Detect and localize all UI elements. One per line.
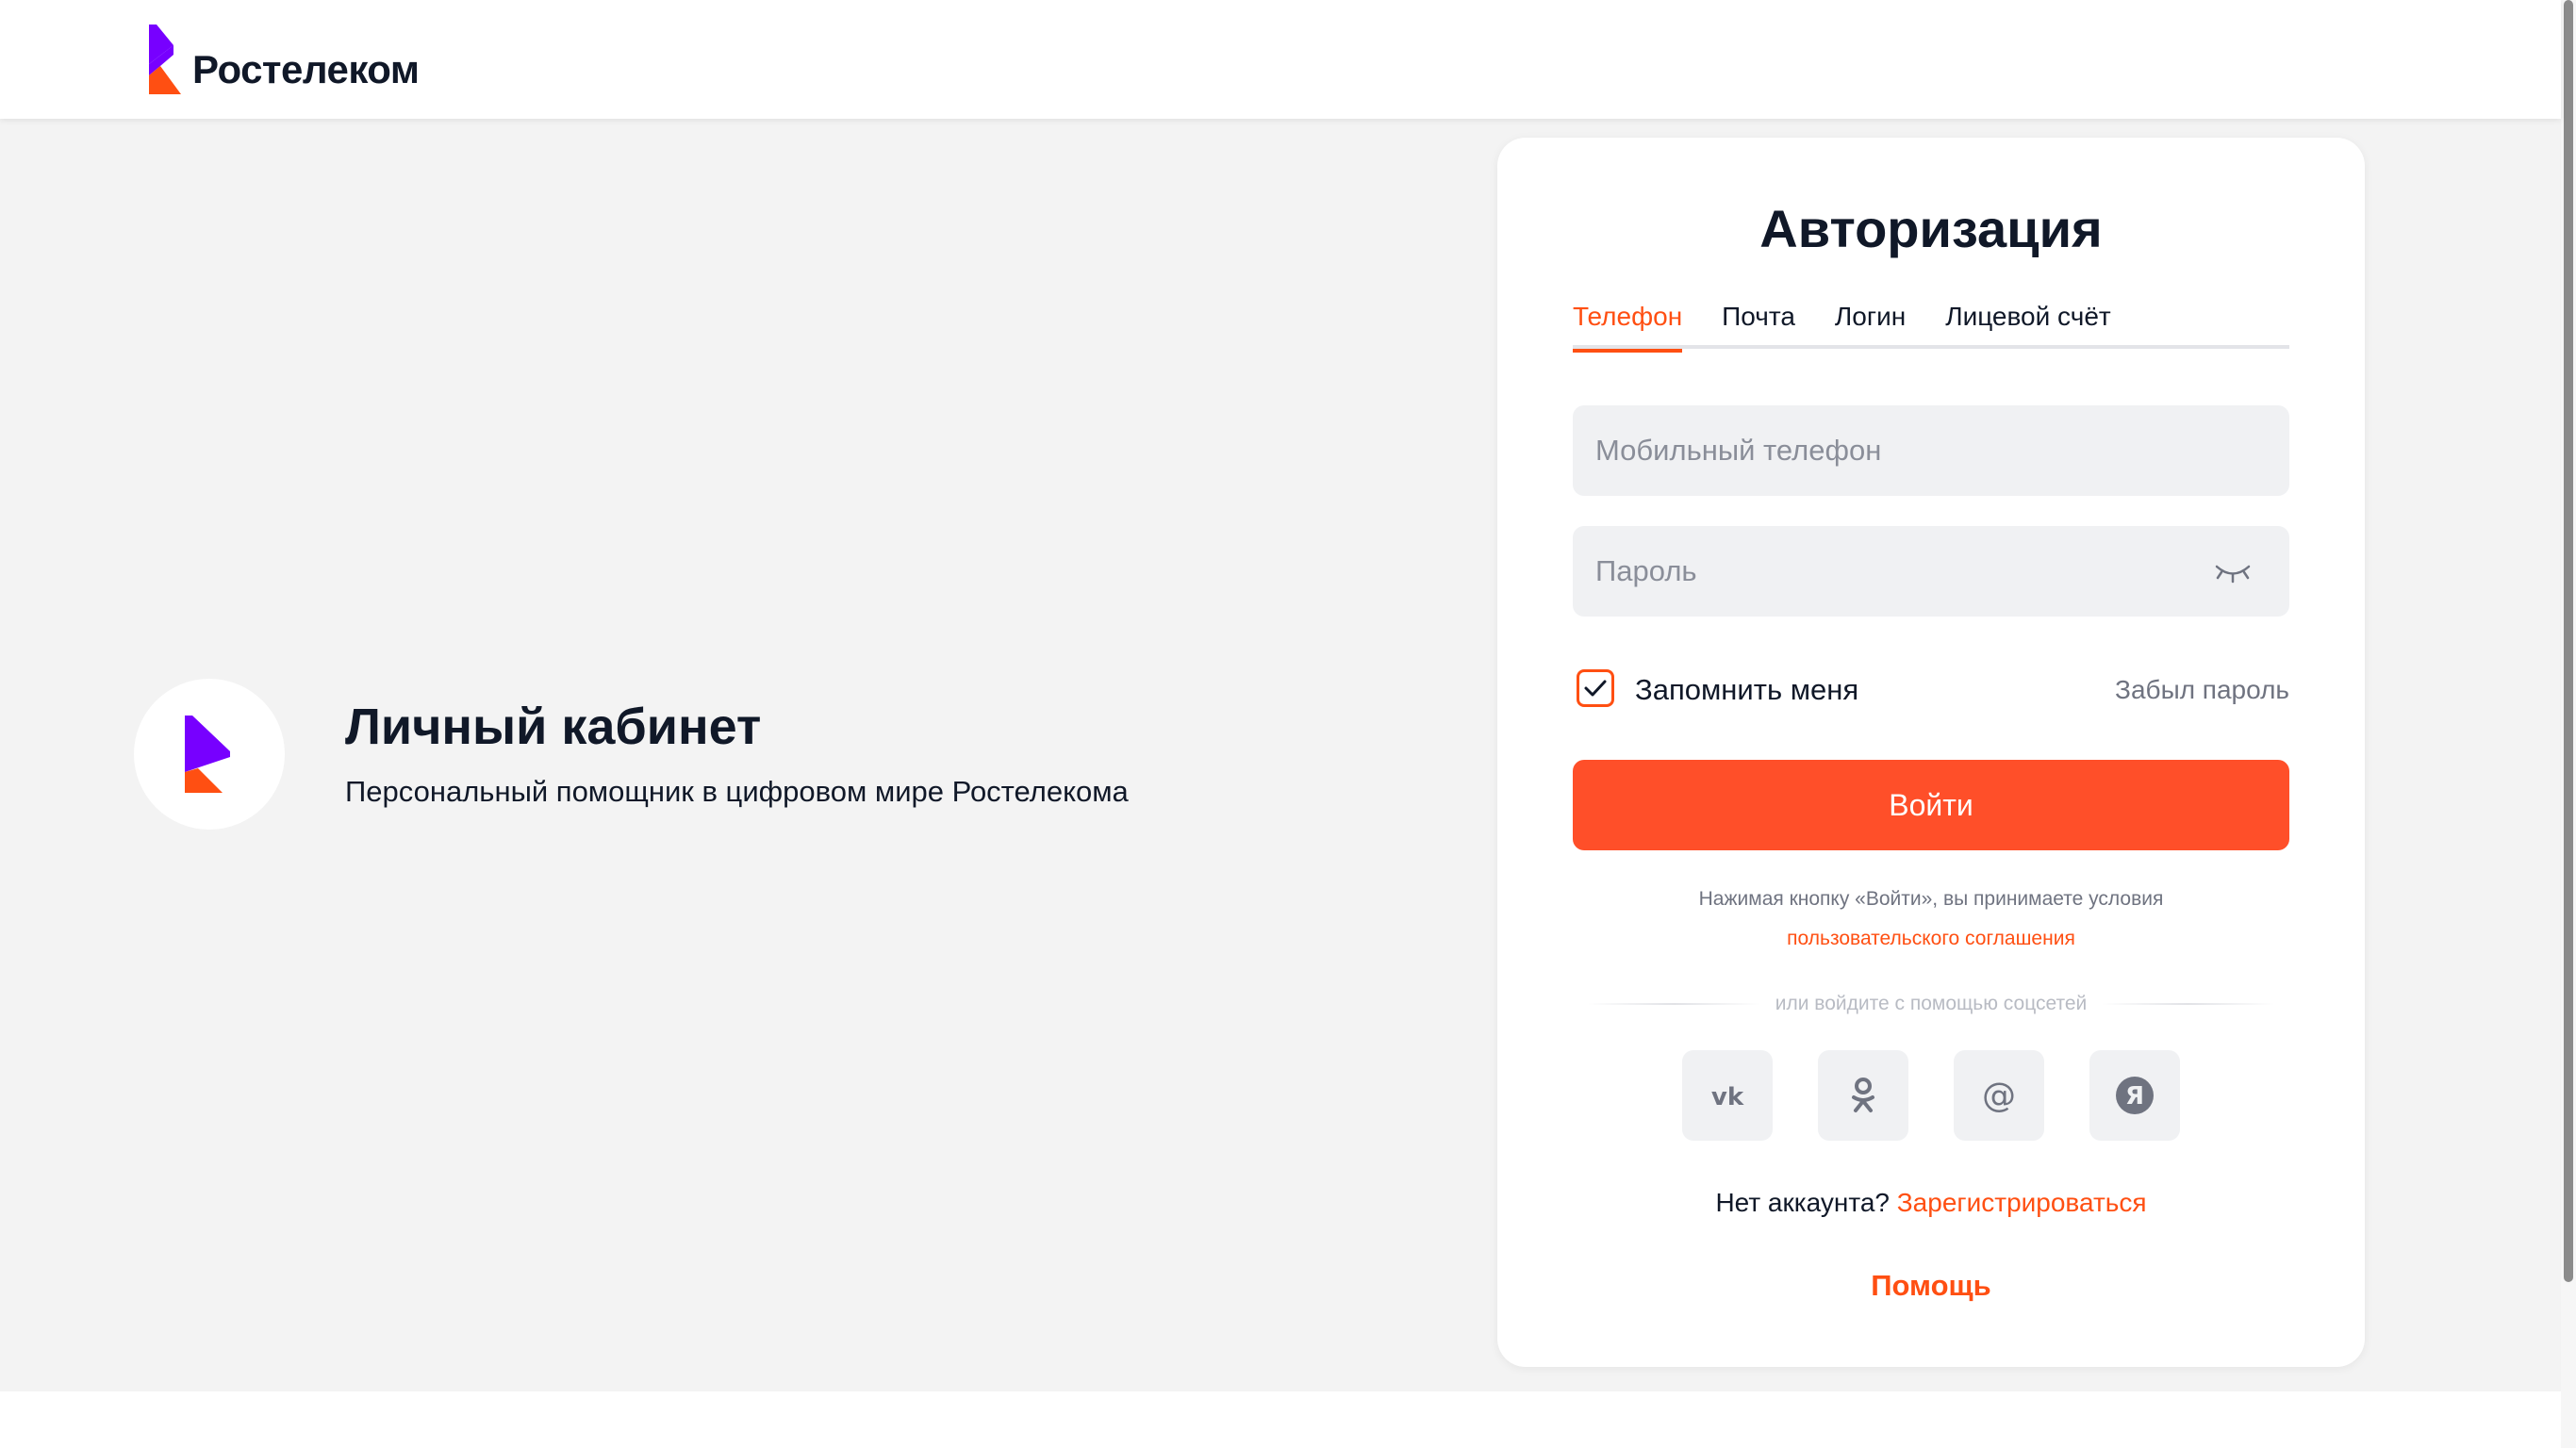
svg-text:vk: vk — [1711, 1083, 1744, 1111]
login-button[interactable]: Войти — [1573, 760, 2289, 850]
remember-checkbox[interactable] — [1577, 669, 1614, 707]
password-input[interactable] — [1573, 526, 2289, 617]
remember-label[interactable]: Запомнить меня — [1635, 673, 1858, 707]
intro-title: Личный кабинет — [345, 699, 762, 755]
auth-title: Авторизация — [1759, 199, 2103, 258]
tab-login[interactable]: Логин — [1835, 298, 1906, 349]
eye-closed-icon[interactable] — [2214, 562, 2252, 584]
social-divider-text: или войдите с помощью соцсетей — [1775, 993, 2088, 1014]
social-divider: или войдите с помощью соцсетей — [1588, 992, 2275, 1016]
brand-name: Ростелеком — [192, 47, 420, 91]
svg-text:@: @ — [1982, 1077, 2016, 1115]
brand-logo-link[interactable]: Ростелеком — [149, 25, 420, 94]
help-link[interactable]: Помощь — [1497, 1269, 2365, 1303]
svg-text:Я: Я — [2125, 1082, 2144, 1111]
vk-login-button[interactable]: vk — [1682, 1050, 1773, 1141]
phone-field — [1573, 405, 2289, 496]
register-prompt: Нет аккаунта? — [1715, 1188, 1890, 1217]
checkmark-icon — [1584, 680, 1607, 697]
yandex-login-button[interactable]: Я — [2089, 1050, 2180, 1141]
register-link[interactable]: Зарегистрироваться — [1897, 1188, 2147, 1217]
odnoklassniki-login-button[interactable] — [1818, 1050, 1908, 1141]
rostelecom-logo-icon — [149, 25, 181, 94]
password-field — [1573, 526, 2289, 617]
mail-ru-login-button[interactable]: @ — [1954, 1050, 2044, 1141]
odnoklassniki-icon — [1852, 1078, 1874, 1112]
terms-text: Нажимая кнопку «Войти», вы принимаете ус… — [1698, 888, 2164, 910]
terms-link[interactable]: пользовательского соглашения — [1497, 928, 2365, 950]
top-header: Ростелеком — [0, 0, 2561, 119]
vk-icon: vk — [1711, 1083, 1744, 1111]
auth-card: Авторизация Телефон Почта Логин Лицевой … — [1497, 138, 2365, 1367]
yandex-icon: Я — [2116, 1077, 2154, 1114]
page-scrollbar[interactable] — [2561, 0, 2576, 1448]
divider-line-right — [2102, 1003, 2275, 1005]
mail-ru-icon: @ — [1982, 1077, 2016, 1115]
tab-account-number[interactable]: Лицевой счёт — [1945, 298, 2111, 349]
rostelecom-mark-icon — [185, 716, 230, 793]
divider-line-left — [1588, 1003, 1760, 1005]
intro-logo-badge — [134, 679, 285, 830]
tab-email[interactable]: Почта — [1722, 298, 1795, 349]
auth-tabs: Телефон Почта Логин Лицевой счёт — [1573, 298, 2289, 353]
register-row: Нет аккаунта? Зарегистрироваться — [1497, 1188, 2365, 1218]
intro-subtitle: Персональный помощник в цифровом мире Ро… — [345, 775, 1129, 808]
scrollbar-thumb[interactable] — [2564, 0, 2573, 1282]
social-buttons: vk @ Я — [1497, 1050, 2365, 1141]
remember-row: Запомнить меня Забыл пароль — [1577, 667, 2289, 711]
tab-phone[interactable]: Телефон — [1573, 298, 1683, 353]
forgot-password-link[interactable]: Забыл пароль — [2115, 675, 2289, 705]
phone-input[interactable] — [1573, 405, 2289, 496]
